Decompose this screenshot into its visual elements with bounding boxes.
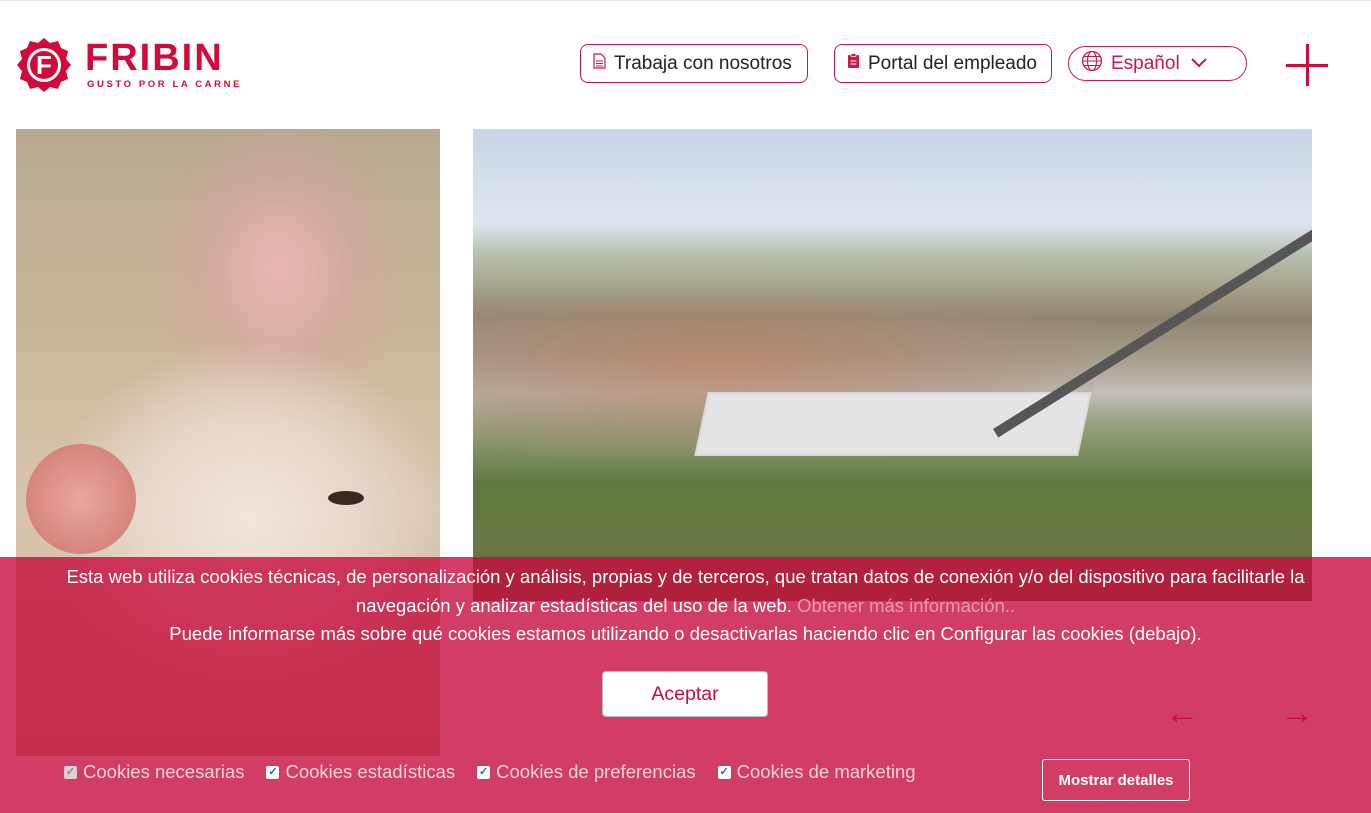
cookie-option-necessary[interactable]: ✓ Cookies necesarias — [64, 761, 244, 783]
clipboard-icon — [847, 52, 860, 75]
cookie-text-1: Esta web utiliza cookies técnicas, de pe… — [66, 566, 1305, 616]
aerial-factory-building — [696, 394, 1090, 454]
option-label: Cookies estadísticas — [285, 761, 456, 782]
document-icon — [593, 52, 606, 75]
work-with-us-button[interactable]: Trabaja con nosotros — [580, 44, 808, 83]
checkbox-necessary[interactable]: ✓ — [64, 765, 77, 779]
fribin-logo[interactable]: F FRIBIN GUSTO POR LA CARNE — [15, 36, 245, 94]
employee-portal-button[interactable]: Portal del empleado — [834, 44, 1052, 83]
language-label: Español — [1111, 52, 1180, 74]
employee-portal-label: Portal del empleado — [868, 52, 1037, 74]
brand-tagline: GUSTO POR LA CARNE — [87, 79, 243, 90]
more-info-link[interactable]: Obtener más información.. — [797, 595, 1015, 616]
logo-mark-icon: F — [17, 38, 71, 92]
cookie-text-2: Puede informarse más sobre qué cookies e… — [169, 623, 1202, 644]
checkbox-preferences[interactable]: ✓ — [477, 765, 491, 779]
cookie-message: Esta web utiliza cookies técnicas, de pe… — [20, 563, 1351, 649]
option-label: Cookies necesarias — [83, 761, 245, 782]
top-border — [0, 0, 1371, 1]
pig-eye — [328, 491, 364, 505]
cookie-options: ✓ Cookies necesarias ✓ Cookies estadísti… — [64, 759, 938, 785]
cookie-option-marketing[interactable]: ✓ Cookies de marketing — [717, 761, 916, 783]
cookie-option-preferences[interactable]: ✓ Cookies de preferencias — [477, 761, 696, 783]
logo-letter: F — [36, 50, 52, 80]
menu-plus-icon[interactable] — [1286, 44, 1330, 88]
cookie-option-statistics[interactable]: ✓ Cookies estadísticas — [266, 761, 455, 783]
option-label: Cookies de marketing — [736, 761, 916, 782]
option-label: Cookies de preferencias — [496, 761, 696, 782]
cookie-banner: Esta web utiliza cookies técnicas, de pe… — [0, 557, 1371, 813]
pig-snout — [26, 444, 136, 554]
checkbox-marketing[interactable]: ✓ — [717, 765, 731, 779]
work-with-us-label: Trabaja con nosotros — [614, 52, 792, 74]
brand-name: FRIBIN — [85, 37, 224, 79]
globe-icon — [1081, 50, 1103, 78]
checkbox-statistics[interactable]: ✓ — [266, 765, 280, 779]
chevron-down-icon — [1190, 53, 1208, 75]
aerial-factory-photo — [473, 129, 1312, 601]
accept-button[interactable]: Aceptar — [602, 671, 768, 717]
language-selector[interactable]: Español — [1068, 46, 1247, 81]
show-details-button[interactable]: Mostrar detalles — [1042, 759, 1190, 801]
